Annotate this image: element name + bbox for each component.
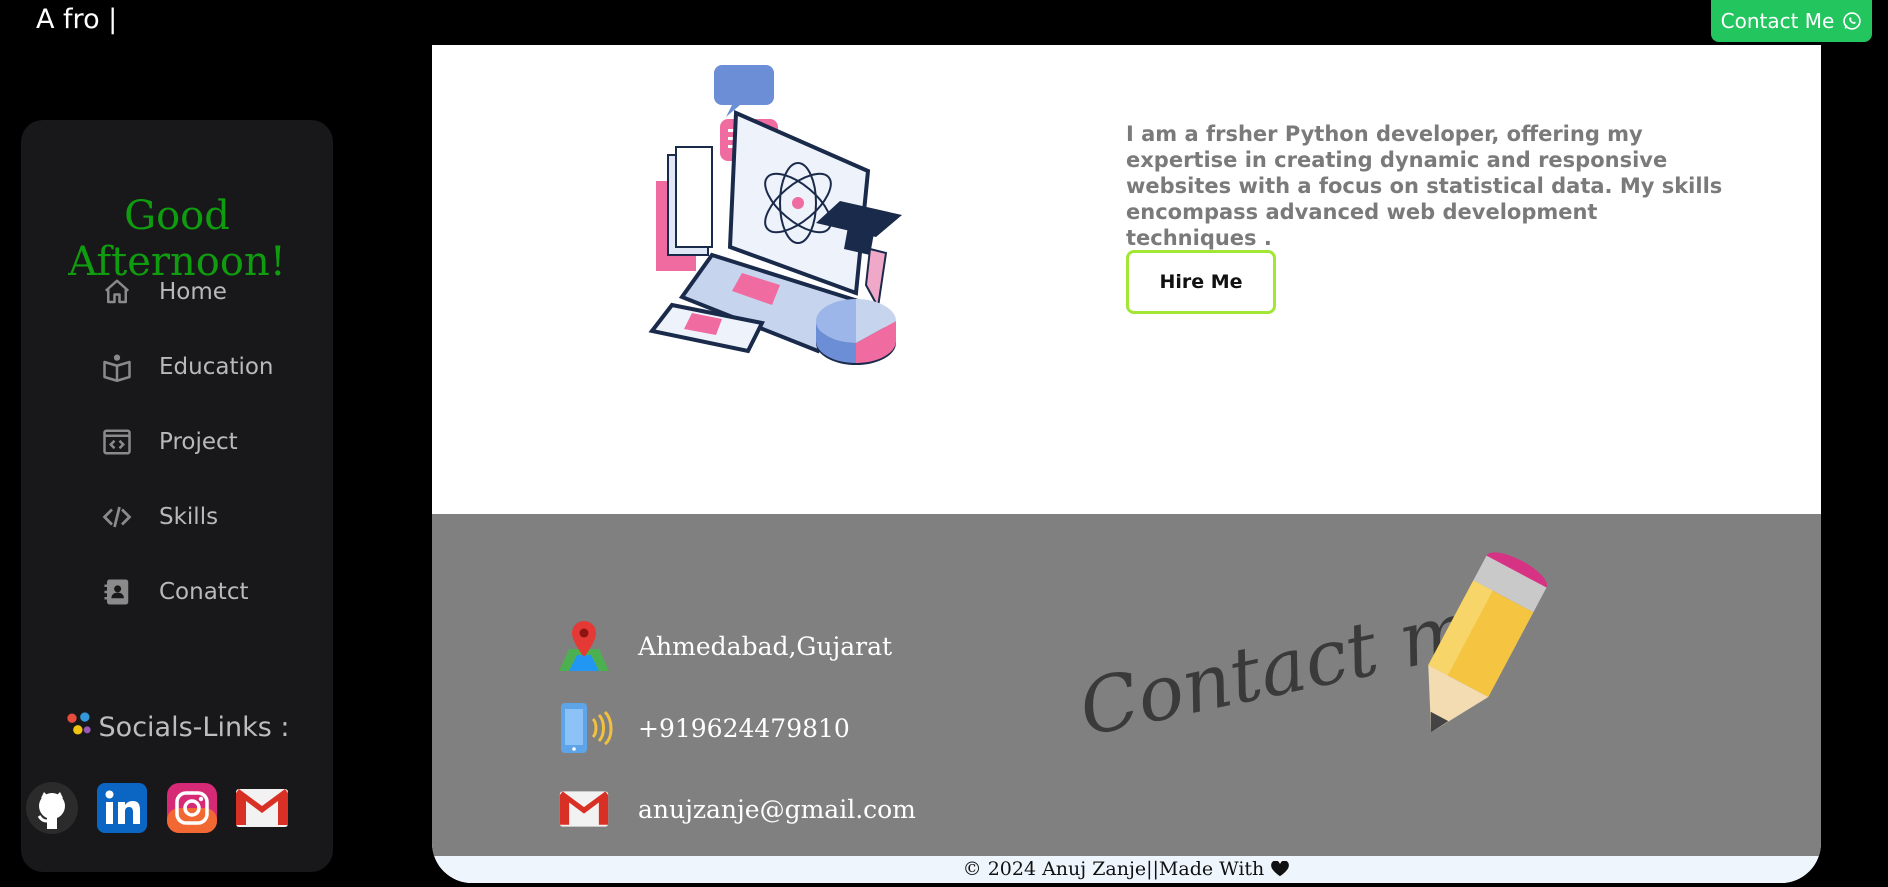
sidebar-item-education[interactable]: Education (97, 347, 297, 387)
main-panel: I am a frsher Python developer, offering… (432, 45, 1821, 883)
brand-typing-text: A fro | (36, 4, 118, 35)
linkedin-link[interactable] (95, 783, 149, 837)
home-icon (97, 277, 137, 307)
gmail-icon (234, 787, 290, 833)
sidebar-item-contact[interactable]: Conatct (97, 572, 297, 612)
heart-icon (1270, 858, 1290, 880)
contact-email: anujzanje@gmail.com (554, 779, 916, 839)
code-window-icon (97, 427, 137, 457)
contact-section: Ahmedabad,Gujarat +919624479810 anujzanj… (432, 514, 1821, 856)
contact-location: Ahmedabad,Gujarat (554, 616, 892, 676)
socials-title-label: Socials-Links : (98, 712, 290, 743)
footer: © 2024 Anuj Zanje||Made With (432, 856, 1821, 883)
linkedin-icon (97, 783, 147, 837)
sidebar: Good Afternoon! Home Education Project S… (21, 120, 333, 872)
sidebar-item-label: Education (159, 354, 274, 380)
location-text: Ahmedabad,Gujarat (638, 631, 893, 661)
code-icon (97, 502, 137, 532)
hero-description: I am a frsher Python developer, offering… (1126, 122, 1723, 250)
gmail-link[interactable] (235, 783, 289, 837)
gmail-icon (554, 779, 614, 839)
sidebar-item-home[interactable]: Home (97, 272, 297, 312)
socials-title: Socials-Links : (21, 710, 333, 745)
sidebar-item-label: Conatct (159, 579, 249, 605)
email-text: anujzanje@gmail.com (638, 794, 916, 824)
phone-text: +919624479810 (638, 713, 850, 743)
phone-ringing-icon (554, 698, 614, 758)
github-icon (25, 781, 79, 839)
contact-me-button[interactable]: Contact Me (1711, 0, 1872, 42)
whatsapp-icon (1842, 11, 1862, 31)
instagram-icon (167, 783, 217, 837)
map-pin-icon (554, 616, 614, 676)
book-reader-icon (97, 352, 137, 382)
address-book-icon (97, 577, 137, 607)
instagram-link[interactable] (165, 783, 219, 837)
sidebar-item-label: Project (159, 429, 238, 455)
contact-me-pencil-illustration: Contact me (1072, 544, 1602, 774)
social-network-icon (65, 710, 93, 745)
hire-me-button[interactable]: Hire Me (1126, 250, 1276, 314)
sidebar-item-label: Skills (159, 504, 219, 530)
footer-text: © 2024 Anuj Zanje||Made With (962, 858, 1265, 880)
sidebar-item-skills[interactable]: Skills (97, 497, 297, 537)
contact-phone: +919624479810 (554, 698, 850, 758)
social-links (25, 781, 289, 839)
laptop-study-illustration (612, 51, 952, 381)
github-link[interactable] (25, 781, 79, 839)
sidebar-item-project[interactable]: Project (97, 422, 297, 462)
contact-me-label: Contact Me (1720, 9, 1835, 33)
sidebar-item-label: Home (159, 279, 227, 305)
